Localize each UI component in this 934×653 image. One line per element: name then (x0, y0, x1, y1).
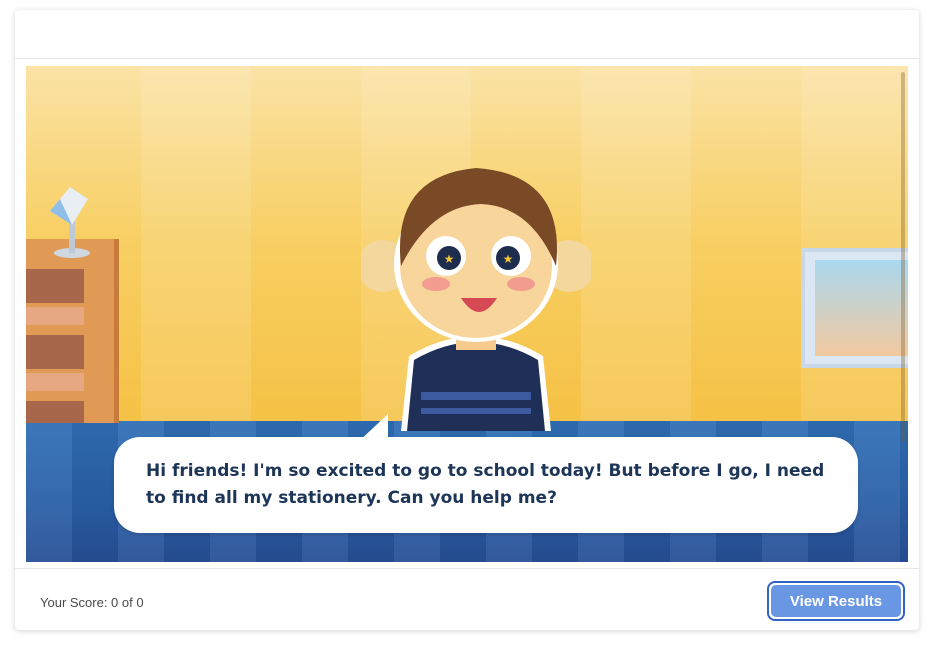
svg-text:★: ★ (444, 252, 455, 266)
framed-picture (815, 260, 908, 356)
cabinet (26, 239, 119, 423)
score-text: Your Score: 0 of 0 (40, 595, 144, 610)
cabinet-drawer (26, 335, 84, 369)
svg-text:★: ★ (503, 252, 514, 266)
cabinet-drawer (26, 269, 84, 303)
activity-card: ★ ★ Hi friends! I'm so excited to go to … (15, 10, 919, 630)
stage-scrollbar[interactable] (901, 72, 905, 442)
cabinet-drawer (26, 401, 84, 423)
boy-character: ★ ★ (361, 168, 591, 431)
speech-bubble: Hi friends! I'm so excited to go to scho… (114, 437, 858, 533)
wall-stripe (581, 66, 691, 426)
cabinet-drawer (26, 307, 84, 325)
card-footer: Your Score: 0 of 0 View Results (15, 568, 919, 631)
wall-stripe (141, 66, 251, 426)
view-results-label: View Results (771, 585, 901, 617)
scene-stage: ★ ★ Hi friends! I'm so excited to go to … (26, 66, 908, 562)
desk-lamp-icon (50, 187, 90, 258)
wall-stripe (801, 66, 908, 426)
dialogue-text: Hi friends! I'm so excited to go to scho… (146, 461, 825, 508)
view-results-button[interactable]: View Results (767, 581, 905, 621)
cabinet-drawer (26, 373, 84, 391)
picture-frame-icon (801, 248, 908, 368)
card-header (15, 10, 919, 59)
